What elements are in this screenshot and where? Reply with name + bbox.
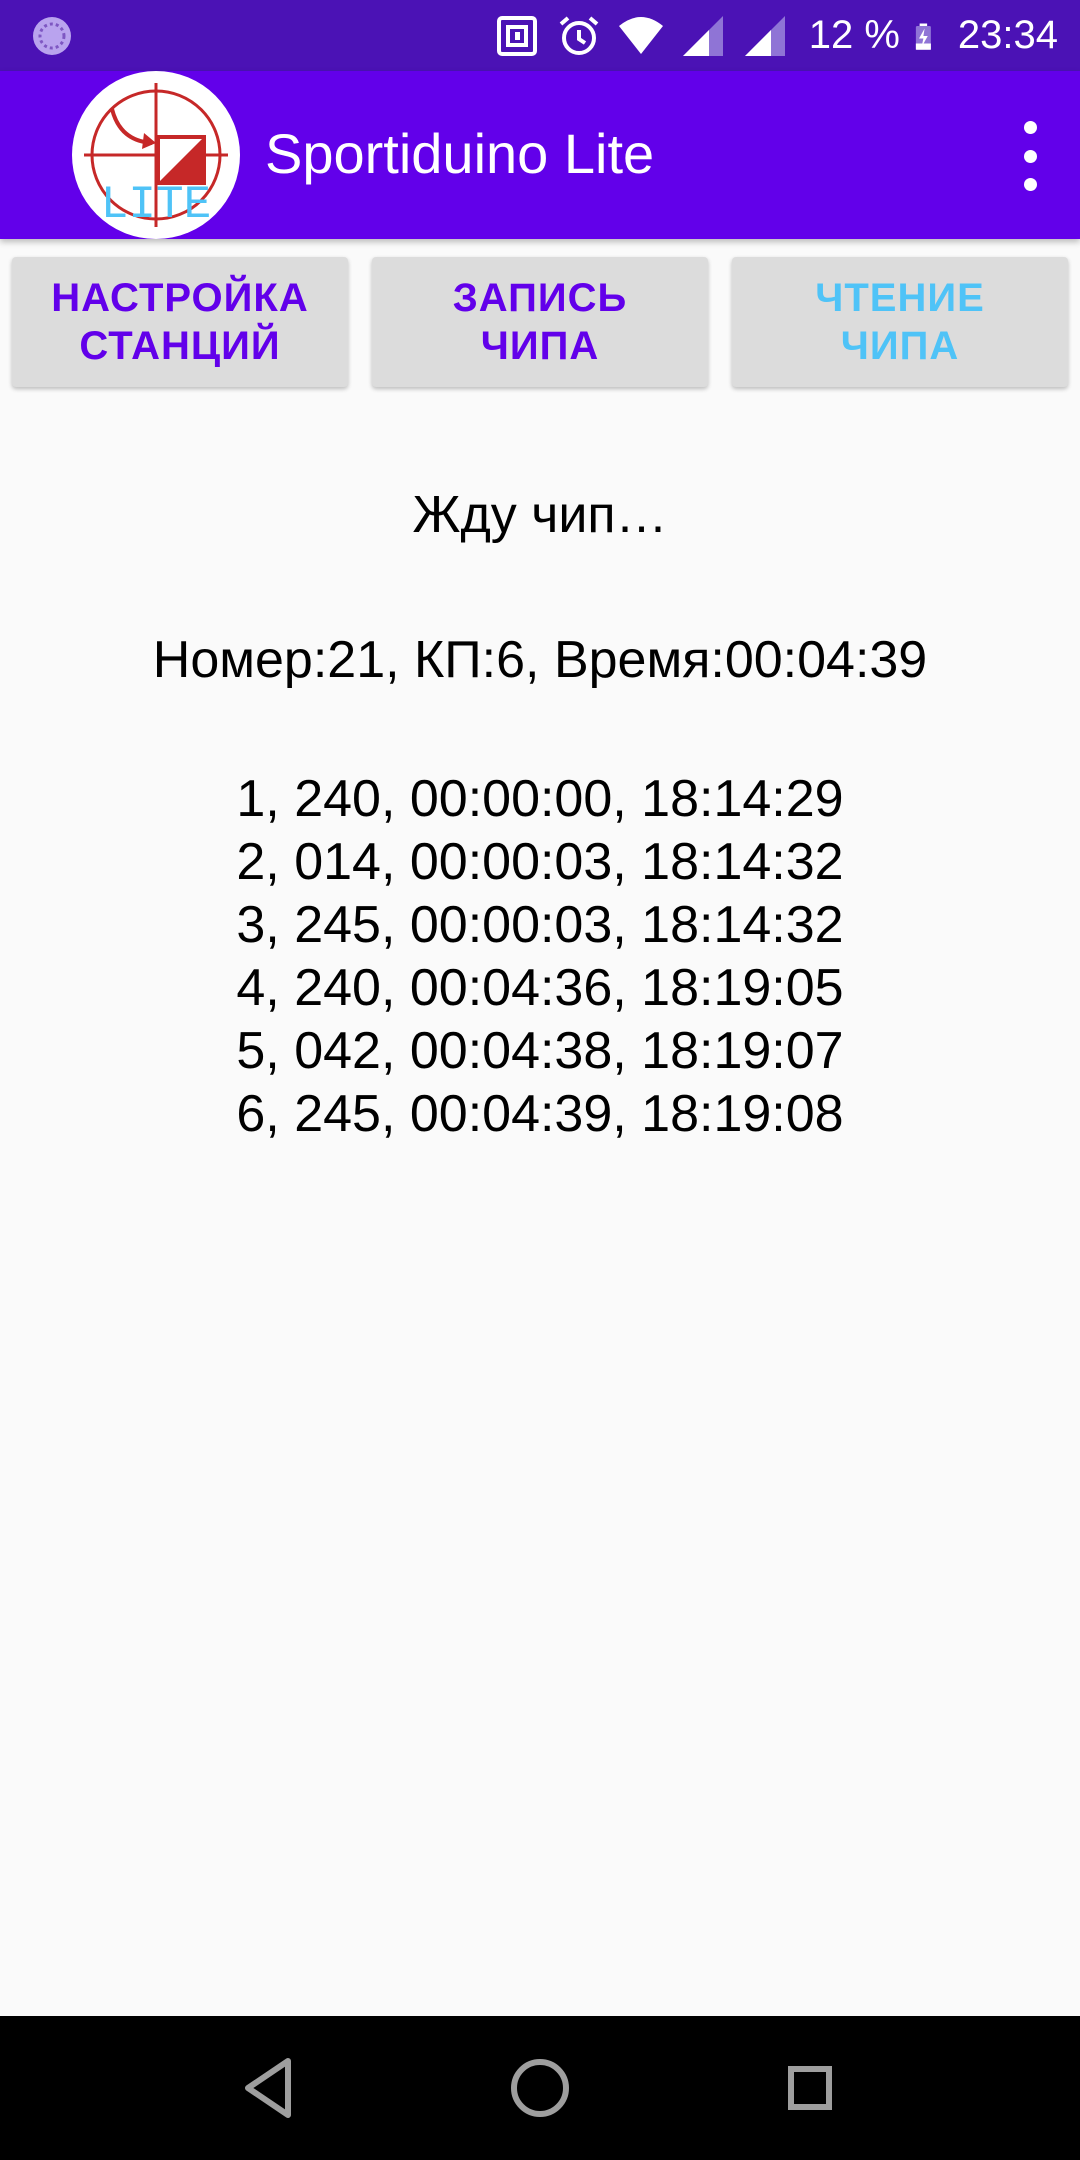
app-bar: LITE Sportiduino Lite [0,71,1080,239]
status-icons: 12 % 23:34 [493,0,1058,71]
sync-icon [33,17,71,55]
chip-read-button[interactable]: ЧТЕНИЕ ЧИПА [732,257,1068,387]
chip-write-label: ЗАПИСЬ ЧИПА [452,276,628,368]
overflow-menu-icon[interactable] [1010,121,1050,191]
chip-read-label: ЧТЕНИЕ ЧИПА [815,276,985,368]
signal-icon [682,15,723,56]
nfc-icon [496,15,537,56]
signal-icon-2 [744,15,785,56]
battery-percent: 12 % [808,13,900,57]
list-item: 1, 240, 00:00:00, 18:14:29 [236,770,844,828]
list-item: 6, 245, 00:04:39, 18:19:08 [236,1085,844,1143]
overflow-dot [1023,178,1037,191]
list-item: 2, 014, 00:00:03, 18:14:32 [236,833,844,891]
navigation-bar [0,2016,1080,2160]
app-logo: LITE [72,71,240,239]
punch-records-list: 1, 240, 00:00:00, 18:14:29 2, 014, 00:00… [0,768,1080,1146]
battery-charging-icon [915,23,931,50]
recents-icon[interactable] [738,2016,882,2160]
list-item: 4, 240, 00:04:36, 18:19:05 [236,959,844,1017]
home-icon[interactable] [468,2016,612,2160]
alarm-icon [559,15,599,55]
list-item: 3, 245, 00:00:03, 18:14:32 [236,896,844,954]
logo-text: LITE [101,179,211,231]
overflow-dot [1023,121,1037,134]
app-title: Sportiduino Lite [265,122,655,185]
chip-summary: Номер:21, КП:6, Время:00:04:39 [152,631,928,689]
wifi-icon [618,16,663,54]
list-item: 5, 042, 00:04:38, 18:19:07 [236,1022,844,1080]
stations-setup-button[interactable]: НАСТРОЙКА СТАНЦИЙ [12,257,348,387]
status-bar: 12 % 23:34 [0,0,1080,71]
waiting-status: Жду чип… [412,486,668,544]
overflow-dot [1023,149,1037,163]
back-icon[interactable] [198,2016,342,2160]
clock: 23:34 [957,13,1058,57]
chip-write-button[interactable]: ЗАПИСЬ ЧИПА [372,257,708,387]
stations-setup-label: НАСТРОЙКА СТАНЦИЙ [51,276,309,368]
